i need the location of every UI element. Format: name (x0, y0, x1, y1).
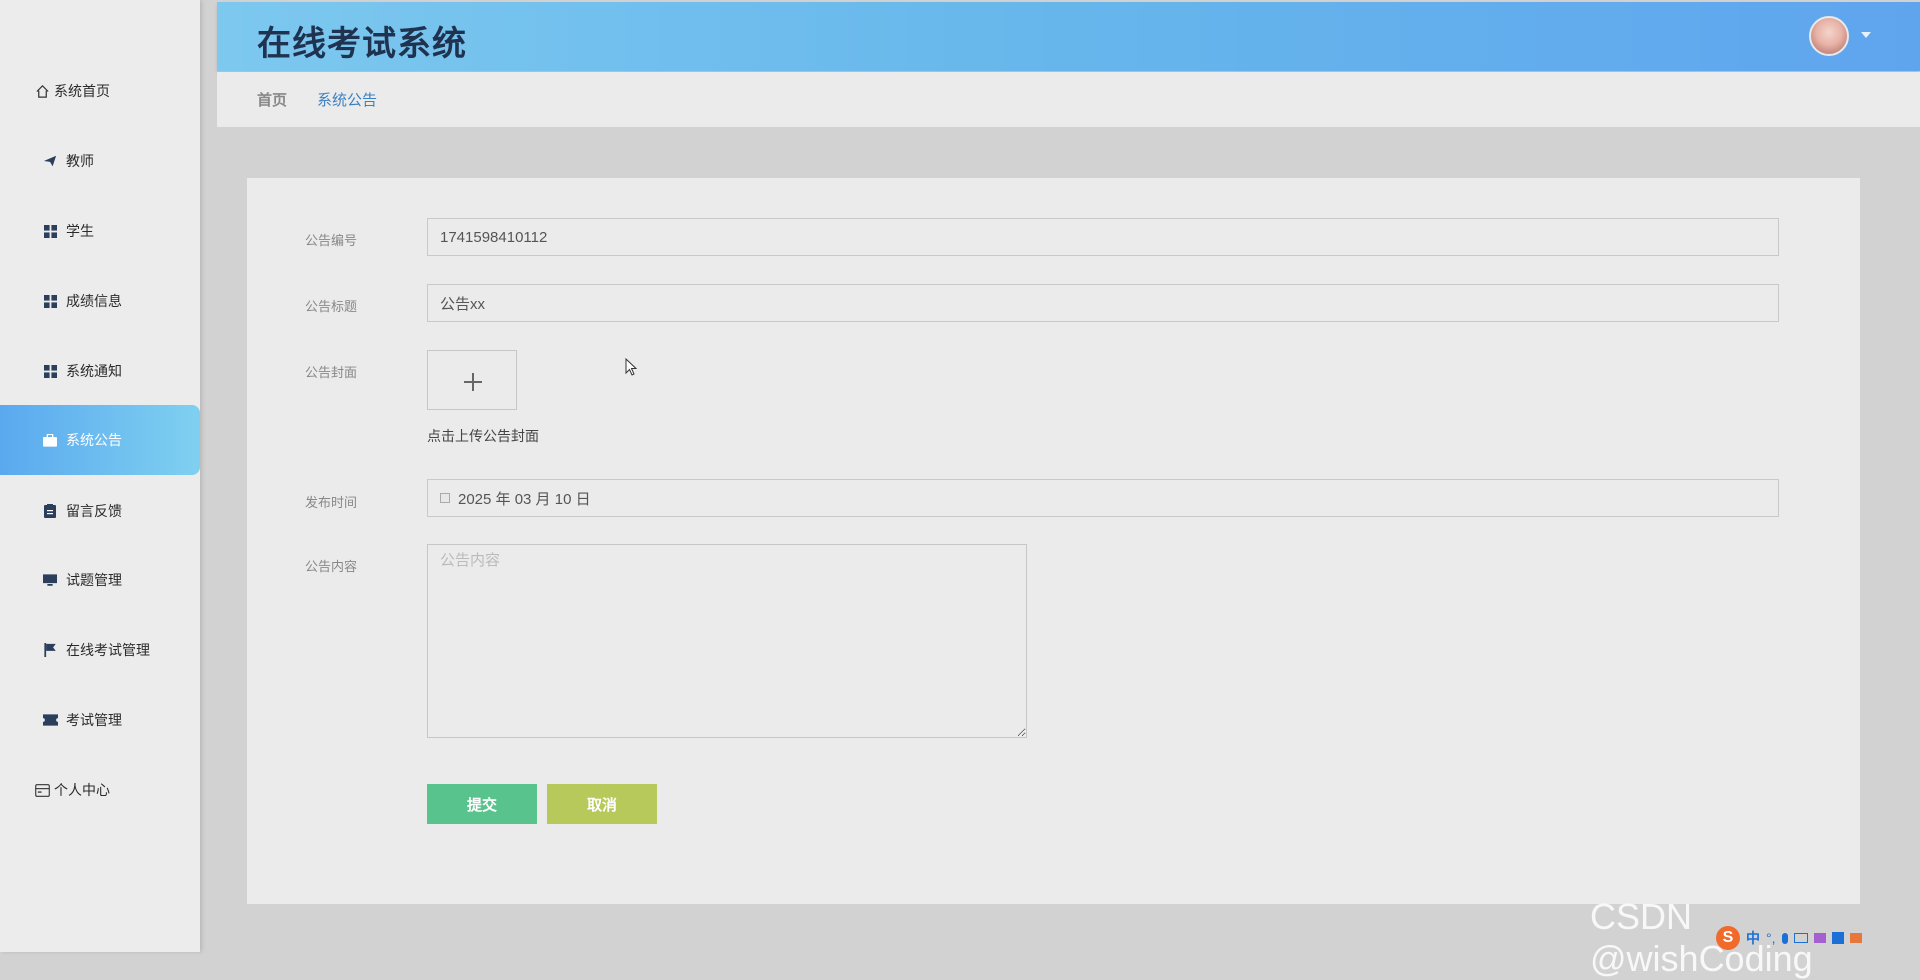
cover-upload-hint: 点击上传公告封面 (427, 428, 539, 444)
ticket-icon (42, 712, 58, 728)
top-header: 在线考试系统 (217, 2, 1920, 71)
calendar-icon (440, 493, 450, 503)
publish-time-value: 2025 年 03 月 10 日 (458, 490, 591, 508)
sidebar-item-questions[interactable]: 试题管理 (0, 545, 200, 615)
clipboard-icon (42, 503, 58, 519)
wallet-icon (34, 782, 50, 798)
sidebar-item-label: 成绩信息 (66, 293, 122, 309)
sidebar-item-feedback[interactable]: 留言反馈 (0, 476, 200, 546)
sidebar-item-label: 试题管理 (66, 572, 122, 588)
title-label: 公告标题 (304, 299, 357, 314)
sidebar-item-grades[interactable]: 成绩信息 (0, 266, 200, 336)
announcement-form-card: 公告编号 公告标题 公告封面 点击上传公告封面 发布时间 2025 年 03 月… (247, 178, 1860, 904)
flag-icon (42, 642, 58, 658)
keyboard-icon[interactable] (1793, 933, 1808, 943)
sidebar-item-student[interactable]: 学生 (0, 196, 200, 266)
sogou-ime-icon[interactable]: S (1716, 926, 1740, 950)
grid-icon (42, 293, 58, 309)
sidebar-item-announcements[interactable]: 系统公告 (0, 405, 200, 475)
sidebar-item-label: 留言反馈 (66, 503, 122, 519)
publish-time-picker[interactable]: 2025 年 03 月 10 日 (427, 479, 1779, 517)
sidebar-item-label: 在线考试管理 (66, 642, 150, 658)
ime-tray: S 中 °, (1716, 924, 1920, 952)
sidebar-item-label: 学生 (66, 223, 94, 239)
briefcase-icon (42, 432, 58, 448)
sidebar-item-online-exam[interactable]: 在线考试管理 (0, 615, 200, 685)
submit-button[interactable]: 提交 (427, 784, 537, 824)
breadcrumb-current: 系统公告 (317, 92, 378, 109)
app-title: 在线考试系统 (257, 25, 467, 63)
title-input[interactable] (427, 284, 1779, 322)
breadcrumb: 首页 系统公告 (217, 72, 1920, 127)
breadcrumb-home-link[interactable]: 首页 (257, 89, 287, 110)
user-avatar[interactable] (1809, 16, 1849, 56)
sidebar-item-notices[interactable]: 系统通知 (0, 336, 200, 406)
number-label: 公告编号 (304, 233, 357, 248)
sidebar-item-label: 个人中心 (54, 782, 110, 798)
content-textarea[interactable] (427, 544, 1027, 738)
paper-plane-icon (42, 153, 58, 169)
cover-label: 公告封面 (304, 365, 357, 380)
skin-icon[interactable] (1813, 933, 1826, 943)
more-icon[interactable] (1849, 933, 1862, 943)
sidebar-item-profile[interactable]: 个人中心 (0, 755, 200, 825)
sidebar: 系统首页 教师 学生 成绩信息 系统通知 系统公告 留言反馈 试题管理 在线考试… (0, 0, 200, 952)
cancel-button[interactable]: 取消 (547, 784, 657, 824)
punctuation-icon[interactable]: °, (1766, 930, 1776, 946)
ime-mode-indicator[interactable]: 中 (1746, 928, 1760, 948)
grid-icon (42, 363, 58, 379)
sidebar-item-teacher[interactable]: 教师 (0, 126, 200, 196)
sidebar-item-home[interactable]: 系统首页 (0, 56, 200, 126)
sidebar-item-label: 系统通知 (66, 363, 122, 379)
sidebar-item-exams[interactable]: 考试管理 (0, 685, 200, 755)
cover-upload-button[interactable] (427, 350, 517, 410)
sidebar-item-label: 教师 (66, 153, 94, 169)
grid-icon (42, 223, 58, 239)
microphone-icon[interactable] (1781, 932, 1788, 944)
sidebar-item-label: 考试管理 (66, 712, 122, 728)
monitor-icon (42, 572, 58, 588)
chevron-down-icon[interactable] (1861, 32, 1871, 38)
number-input[interactable] (427, 218, 1779, 256)
home-icon (34, 83, 50, 99)
sidebar-item-label: 系统首页 (54, 83, 110, 99)
content-label: 公告内容 (304, 559, 357, 574)
mouse-cursor-icon (625, 358, 638, 376)
sidebar-item-label: 系统公告 (66, 432, 122, 448)
publish-time-label: 发布时间 (304, 495, 357, 510)
toolbox-icon[interactable] (1831, 932, 1844, 944)
